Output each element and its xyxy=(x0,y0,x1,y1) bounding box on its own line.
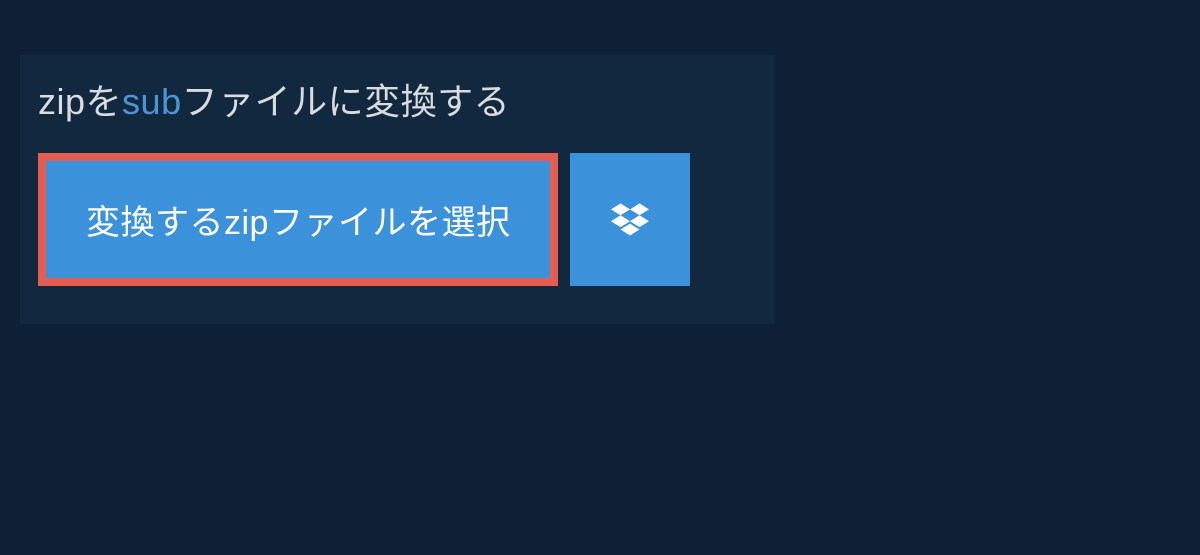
converter-panel: zipをsubファイルに変換する 変換するzipファイルを選択 xyxy=(20,55,775,324)
button-row: 変換するzipファイルを選択 xyxy=(20,153,775,286)
title-suffix: ファイルに変換する xyxy=(182,81,511,122)
title-highlight: sub xyxy=(122,81,182,122)
dropbox-icon xyxy=(611,201,649,239)
select-file-label: 変換するzipファイルを選択 xyxy=(86,195,510,244)
dropbox-button[interactable] xyxy=(570,153,690,286)
panel-header: zipをsubファイルに変換する xyxy=(20,55,637,153)
select-file-button[interactable]: 変換するzipファイルを選択 xyxy=(38,153,558,286)
title-mid1: を xyxy=(86,81,123,122)
page-title: zipをsubファイルに変換する xyxy=(38,73,619,125)
title-prefix: zip xyxy=(38,81,86,122)
